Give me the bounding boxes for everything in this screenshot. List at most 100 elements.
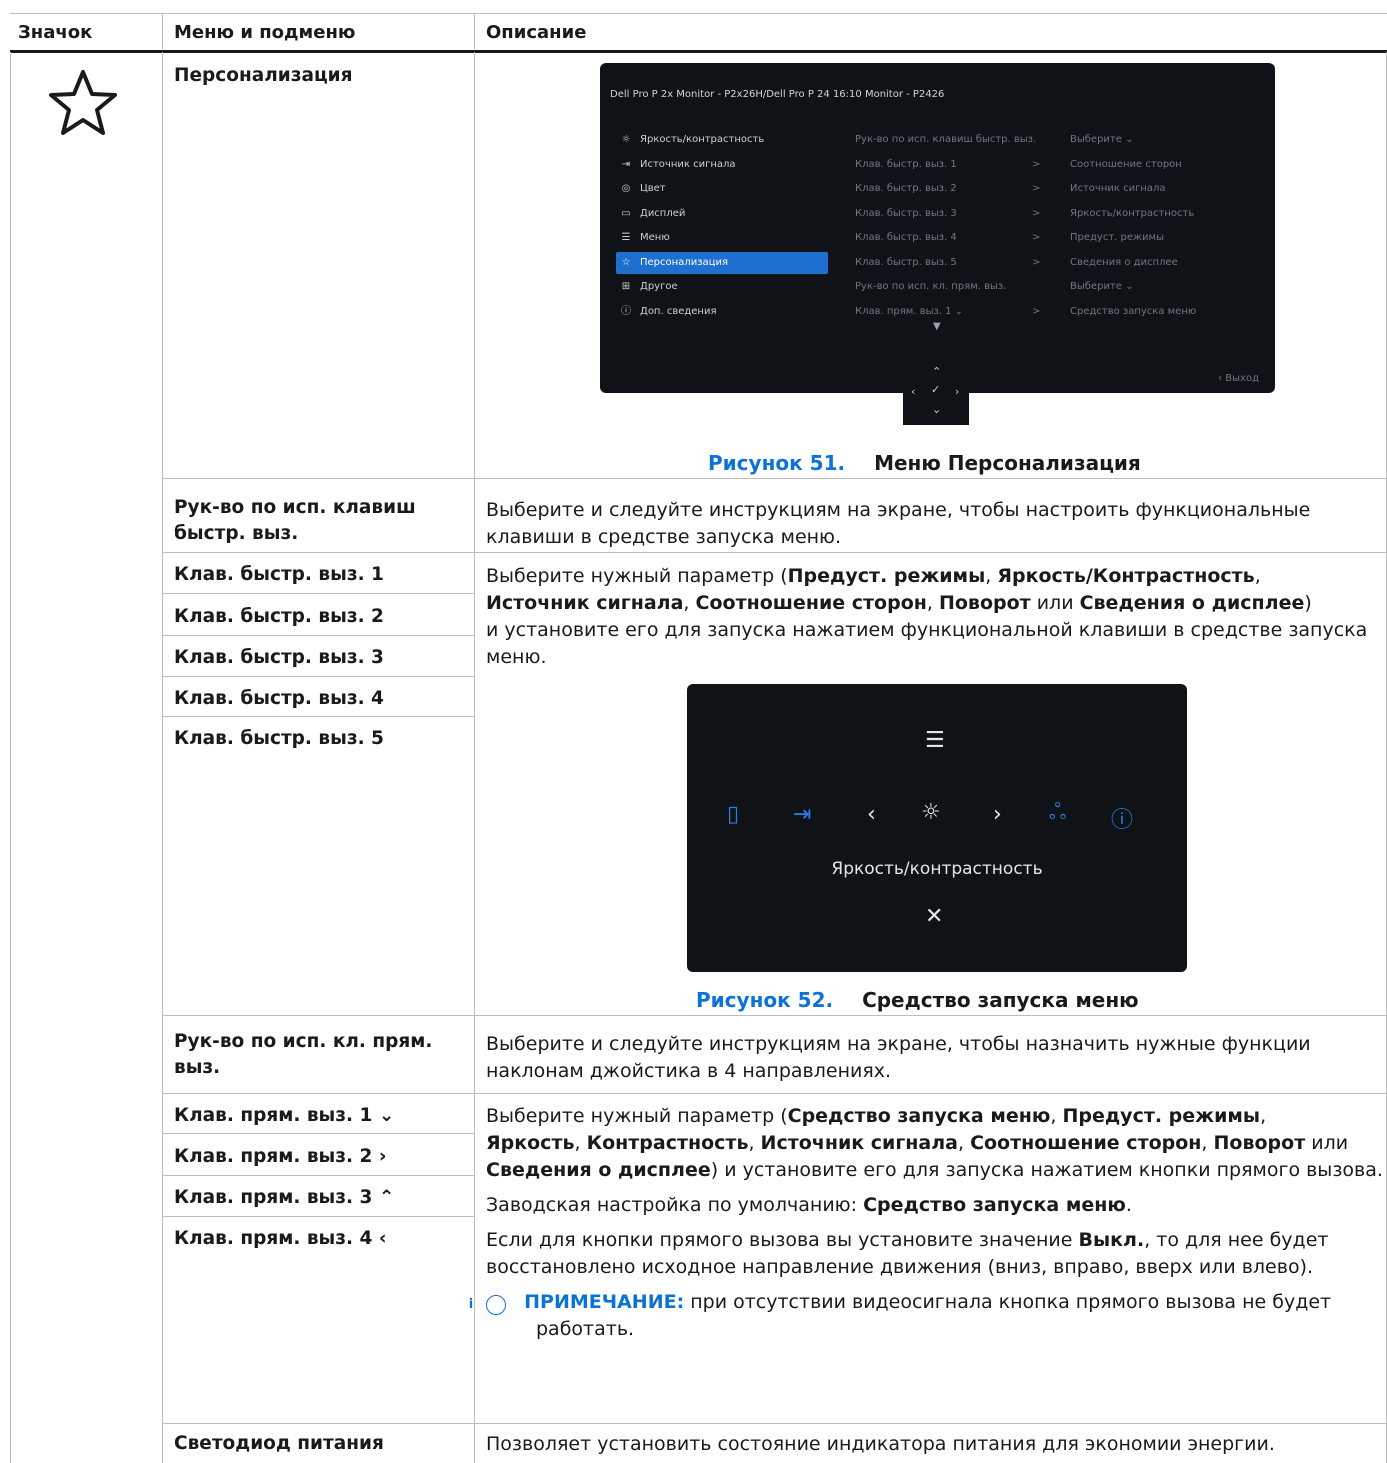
right-arrow-icon: ›: [955, 385, 960, 398]
submenu-direct-key-3: Клав. прям. выз. 3 ⌃: [174, 1187, 395, 1208]
submenu-shortcut-4: Клав. быстр. выз. 4: [174, 688, 384, 709]
divider: [162, 676, 474, 677]
divider: [474, 13, 475, 49]
osd-value: >: [1032, 183, 1041, 194]
figure-number: Рисунок 51.: [708, 451, 846, 475]
star-icon: [49, 70, 117, 135]
divider: [162, 52, 163, 1463]
menu-launcher-screenshot: ☰ ▯ ⇥ ‹ ☼ › ஃ ⓘ Яркость/контрастность ✕: [687, 684, 1187, 972]
osd-value: Рук-во по исп. кл. прям. выз.: [855, 281, 1007, 292]
display-icon: ▭: [621, 207, 631, 219]
osd-value: >: [1032, 158, 1041, 170]
figure-title: Средство запуска меню: [862, 988, 1139, 1012]
submenu-direct-key-4: Клав. прям. выз. 4 ‹: [174, 1228, 387, 1249]
figure-number: Рисунок 52.: [696, 988, 834, 1012]
divider: [10, 52, 11, 1463]
info-icon: ⓘ: [621, 305, 631, 317]
launcher-label: Яркость/контрастность: [831, 859, 1043, 879]
osd-menu-item[interactable]: ◎ Цвет: [616, 178, 828, 200]
star-icon: ☆: [621, 256, 631, 268]
input-source-icon: ⇥: [621, 158, 631, 170]
osd-value: Клав. быстр. выз. 2: [855, 183, 957, 194]
osd-exit: ‹ Выход: [1218, 373, 1259, 384]
osd-value: Клав. быстр. выз. 3: [855, 207, 957, 219]
direct-guide-description: Выберите и следуйте инструкциям на экран…: [486, 1033, 1311, 1082]
osd-menu-label: Персонализация: [640, 256, 728, 268]
osd-menu-label: Яркость/контрастность: [640, 134, 765, 145]
color-icon: ◎: [621, 183, 631, 194]
osd-menu-item[interactable]: ☰ Меню: [616, 227, 828, 249]
submenu-power-led: Светодиод питания: [174, 1433, 384, 1454]
scroll-down-icon: ▼: [933, 321, 941, 332]
submenu-direct-key-2: Клав. прям. выз. 2 ›: [174, 1146, 387, 1167]
display-icon: ▯: [727, 802, 740, 827]
divider: [162, 716, 474, 717]
joystick-indicator: ⌃ ‹ ✓ › ⌄: [903, 361, 969, 425]
divider: [162, 1015, 1387, 1016]
header-menu: Меню и подменю: [174, 22, 356, 43]
menu-icon: ☰: [925, 728, 945, 753]
osd-menu-item[interactable]: ⊞ Другое: [616, 276, 828, 298]
osd-menu-item[interactable]: ⇥ Источник сигнала: [616, 154, 828, 176]
osd-menu-item[interactable]: ▭ Дисплей: [616, 203, 828, 225]
chevron-down-icon: ⌄: [378, 1105, 395, 1126]
info-icon: i: [469, 1295, 506, 1315]
power-led-description: Позволяет установить состояние индикатор…: [486, 1433, 1275, 1455]
divider: [162, 478, 1387, 479]
osd-value: Средство запуска меню: [1070, 305, 1197, 317]
other-icon: ⊞: [621, 281, 631, 292]
osd-value: >: [1032, 232, 1041, 243]
divider: [162, 13, 163, 49]
menu-icon: ☰: [621, 232, 631, 243]
osd-menu-label: Дисплей: [640, 207, 686, 219]
right-arrow-icon: ›: [993, 802, 1002, 827]
direct-key-description: Выберите нужный параметр (Средство запус…: [468, 1105, 1383, 1340]
osd-menu-item[interactable]: ⓘ Доп. сведения: [616, 301, 828, 323]
divider: [474, 52, 475, 1463]
divider: [162, 1133, 474, 1134]
left-arrow-icon: ‹: [867, 802, 876, 827]
figure-51-caption: Рисунок 51. Меню Персонализация: [708, 451, 1141, 475]
divider: [162, 1175, 474, 1176]
osd-value: Предуст. режимы: [1070, 232, 1164, 243]
header-description: Описание: [486, 22, 587, 43]
submenu-direct-key-1: Клав. прям. выз. 1 ⌄: [174, 1105, 395, 1126]
divider: [162, 1093, 1387, 1094]
submenu-key-guide: Рук-во по исп. клавиш быстр. выз.: [174, 497, 416, 544]
brightness-icon: ☼: [921, 800, 941, 825]
osd-value: Клав. прям. выз. 1 ⌄: [855, 305, 964, 317]
osd-value: Клав. быстр. выз. 5: [855, 256, 957, 268]
divider: [162, 1423, 1387, 1424]
osd-value: Клав. быстр. выз. 1: [855, 158, 957, 170]
chevron-up-icon: ⌃: [378, 1187, 395, 1208]
chevron-left-icon: ‹: [378, 1228, 387, 1249]
divider: [162, 552, 1387, 553]
osd-menu-item[interactable]: ☆ Персонализация: [616, 251, 828, 274]
osd-value: Яркость/контрастность: [1070, 207, 1195, 219]
down-arrow-icon: ⌄: [932, 403, 942, 416]
osd-value: Выберите ⌄: [1070, 134, 1134, 145]
osd-value: Выберите ⌄: [1070, 281, 1134, 292]
divider: [162, 593, 474, 594]
osd-menu-label: Другое: [640, 281, 678, 292]
osd-menu-label: Источник сигнала: [640, 158, 736, 170]
key-guide-description: Выберите и следуйте инструкциям на экран…: [486, 499, 1311, 548]
osd-menu-item[interactable]: ☼ Яркость/контрастность: [616, 129, 828, 151]
submenu-shortcut-2: Клав. быстр. выз. 2: [174, 606, 384, 627]
osd-value: Источник сигнала: [1070, 183, 1166, 194]
up-arrow-icon: ⌃: [932, 365, 942, 378]
osd-value: Клав. быстр. выз. 4: [855, 232, 957, 243]
osd-value: Сведения о дисплее: [1070, 256, 1178, 268]
osd-menu-label: Меню: [640, 232, 670, 243]
osd-value: >: [1032, 305, 1041, 317]
submenu-personalization: Персонализация: [174, 65, 353, 86]
osd-value: >: [1032, 207, 1041, 219]
info-icon: ⓘ: [1111, 808, 1134, 833]
submenu-shortcut-5: Клав. быстр. выз. 5: [174, 728, 384, 749]
figure-title: Меню Персонализация: [874, 451, 1141, 475]
chevron-right-icon: ›: [378, 1146, 387, 1167]
color-icon: ஃ: [1049, 800, 1067, 825]
figure-52-caption: Рисунок 52. Средство запуска меню: [696, 988, 1139, 1012]
submenu-shortcut-1: Клав. быстр. выз. 1: [174, 564, 384, 585]
submenu-shortcut-3: Клав. быстр. выз. 3: [174, 647, 384, 668]
